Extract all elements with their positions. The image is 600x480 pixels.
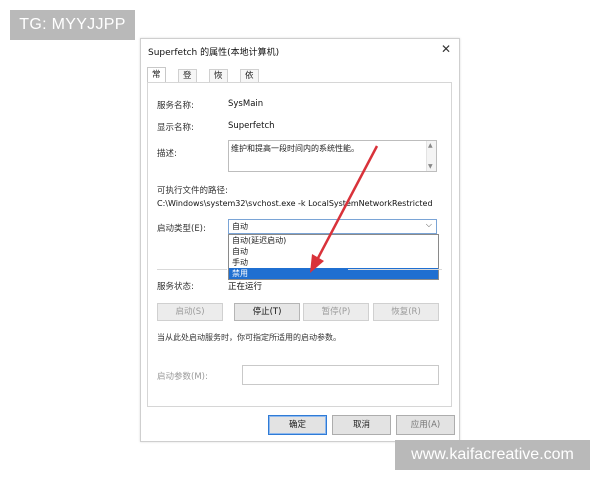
- watermark-bottom-right: www.kaifacreative.com: [395, 440, 590, 470]
- arrow-shaft: [315, 145, 379, 261]
- arrow-head: [310, 254, 324, 273]
- annotation-arrow: [310, 145, 379, 273]
